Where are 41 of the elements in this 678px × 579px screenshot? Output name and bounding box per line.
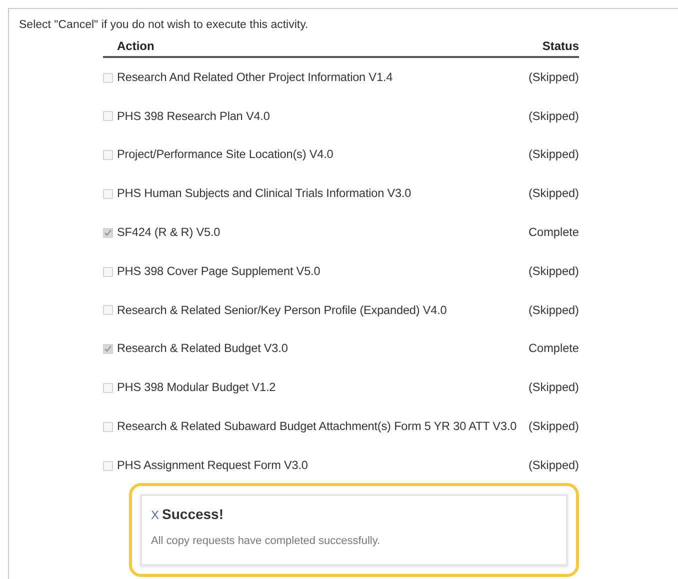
action-cell-text: PHS 398 Cover Page Supplement V5.0: [117, 262, 322, 280]
instruction-text: Select "Cancel" if you do not wish to execute this activity.: [19, 18, 310, 33]
checkbox[interactable]: [103, 422, 113, 432]
action-cell-text: Project/Performance Site Location(s) V4.0: [117, 146, 334, 164]
status-cell-text: (Skipped): [528, 418, 579, 435]
checkbox[interactable]: [103, 150, 113, 160]
action-cell-text: Research & Related Subaward Budget Attachment(s) Form 5 YR 30 ATT V3.0: [117, 418, 518, 435]
status-cell-text: Complete: [528, 224, 579, 241]
alert-title: Success!: [162, 505, 224, 524]
close-button[interactable]: X: [151, 506, 160, 524]
checkbox[interactable]: [103, 111, 113, 122]
checkbox[interactable]: [103, 305, 113, 316]
check-icon: [104, 345, 112, 354]
status-cell-text: (Skipped): [528, 302, 579, 319]
action-cell-text: Research And Related Other Project Information V1.4: [117, 68, 394, 86]
checkbox[interactable]: [103, 228, 113, 238]
alert-message: All copy requests have completed successfully.: [151, 534, 382, 550]
checkbox[interactable]: [103, 72, 113, 83]
action-cell-text: PHS Assignment Request Form V3.0: [117, 456, 309, 474]
status-cell-text: (Skipped): [528, 456, 579, 474]
action-cell-text: SF424 (R & R) V5.0: [117, 224, 222, 241]
column-header: Status: [542, 38, 579, 56]
action-cell-text: Research & Related Senior/Key Person Profile (Expanded) V4.0: [117, 302, 448, 319]
action-cell-text: PHS 398 Modular Budget V1.2: [117, 379, 277, 396]
status-cell-text: (Skipped): [528, 146, 579, 164]
action-cell-text: PHS Human Subjects and Clinical Trials Information V3.0: [117, 185, 412, 202]
checkbox[interactable]: [103, 189, 113, 200]
action-cell-text: Research & Related Budget V3.0: [117, 340, 289, 358]
column-header: Action: [117, 38, 154, 56]
checkbox[interactable]: [103, 266, 113, 277]
action-cell-text: PHS 398 Research Plan V4.0: [117, 108, 271, 125]
status-cell-text: (Skipped): [528, 108, 579, 125]
status-cell-text: (Skipped): [528, 262, 579, 280]
check-icon: [104, 228, 112, 237]
status-cell-text: (Skipped): [528, 379, 579, 396]
status-cell-text: (Skipped): [528, 185, 579, 202]
checkbox[interactable]: [103, 460, 113, 471]
checkbox[interactable]: [103, 383, 113, 394]
status-cell-text: (Skipped): [528, 68, 579, 86]
status-cell-text: Complete: [528, 340, 579, 358]
checkbox[interactable]: [103, 344, 113, 354]
